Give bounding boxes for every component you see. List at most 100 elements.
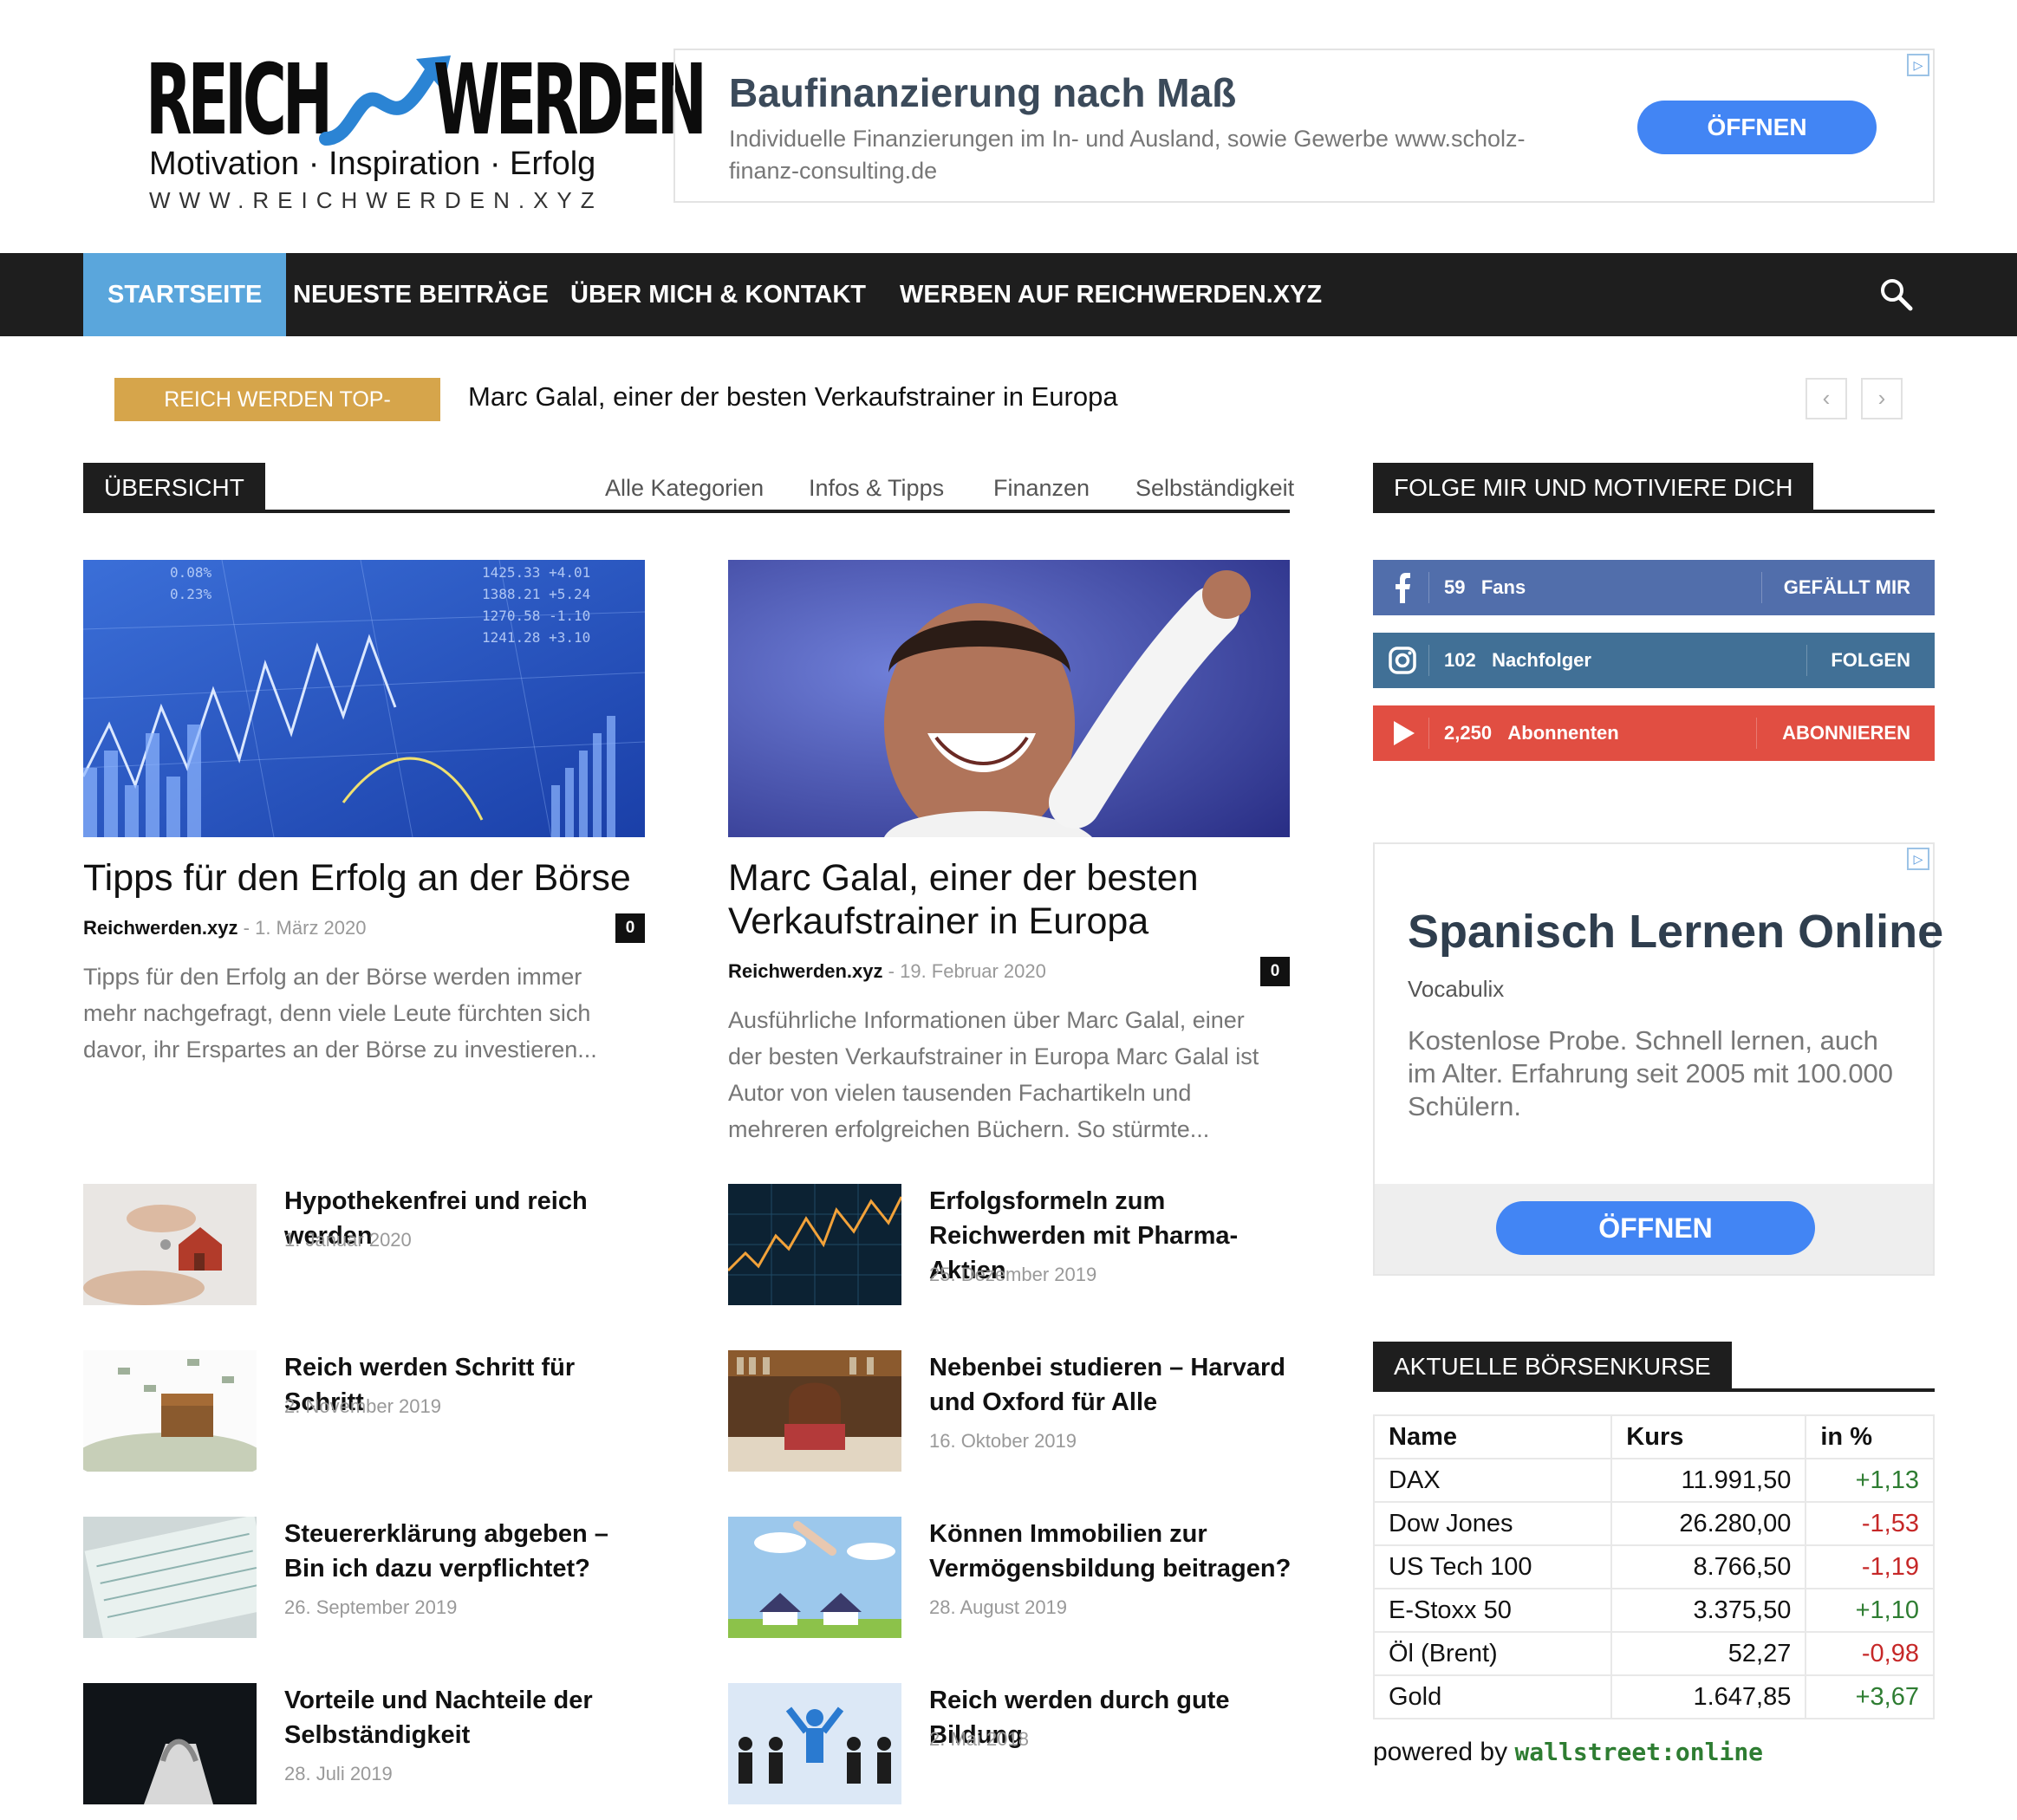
featured-image-boerse[interactable]: 0.08% 0.23% 1425.33 +4.01 1388.21 +5.24 127… xyxy=(83,560,645,837)
nav-item-ueber-mich[interactable]: ÜBER MICH & KONTAKT xyxy=(570,253,866,336)
sidebar-ad-open-button[interactable]: ÖFFNEN xyxy=(1496,1201,1815,1255)
main-navigation: STARTSEITE NEUESTE BEITRÄGE ÜBER MICH & … xyxy=(0,253,2017,336)
post-date: 28. August 2019 xyxy=(929,1596,1068,1618)
overview-divider xyxy=(83,510,1290,513)
top-ad-banner[interactable]: ▷ Baufinanzierung nach Maß Individuelle … xyxy=(673,49,1935,203)
featured-excerpt-2: Ausführliche Informationen über Marc Gal… xyxy=(728,1007,1259,1142)
sidebar-ad-headline[interactable]: Spanisch Lernen Online xyxy=(1408,905,1943,959)
featured-image-marc-galal[interactable] xyxy=(728,560,1290,837)
featured-title-1[interactable]: Tipps für den Erfolg an der Börse xyxy=(83,856,645,900)
stock-name[interactable]: Dow Jones xyxy=(1372,1501,1613,1546)
ad-headline[interactable]: Baufinanzierung nach Maß xyxy=(729,69,1236,116)
adchoices-icon[interactable]: ▷ xyxy=(1907,848,1929,870)
category-filter-infos[interactable]: Infos & Tipps xyxy=(809,475,944,502)
comment-count-badge-2[interactable]: 0 xyxy=(1260,957,1290,986)
svg-text:1241.28 +3.10: 1241.28 +3.10 xyxy=(482,629,590,646)
featured-meta-2: Reichwerden.xyz - 19. Februar 2020 xyxy=(728,960,1046,982)
stock-price: 11.991,50 xyxy=(1610,1458,1807,1503)
youtube-subscribe-button[interactable]: ABONNIEREN xyxy=(1782,705,1910,761)
stock-name[interactable]: Gold xyxy=(1372,1674,1613,1719)
instagram-icon xyxy=(1389,647,1416,674)
table-row[interactable]: DAX 11.991,50 +1,13 xyxy=(1372,1458,1935,1503)
stock-name[interactable]: Öl (Brent) xyxy=(1372,1631,1613,1676)
table-row[interactable]: E-Stoxx 50 3.375,50 +1,10 xyxy=(1372,1588,1935,1633)
follow-divider xyxy=(1373,510,1935,513)
ticker-headline-link[interactable]: Marc Galal, einer der besten Verkaufstra… xyxy=(468,381,1118,413)
social-row-instagram[interactable]: 102 Nachfolger FOLGEN xyxy=(1373,633,1935,688)
stock-price: 8.766,50 xyxy=(1610,1544,1807,1589)
post-thumbnail[interactable] xyxy=(83,1683,257,1804)
search-icon[interactable] xyxy=(1879,277,1914,312)
stock-name[interactable]: E-Stoxx 50 xyxy=(1372,1588,1613,1633)
site-logo[interactable]: REICH WERDEN Motivation · Inspiration · … xyxy=(146,44,707,213)
stocks-divider xyxy=(1373,1388,1935,1392)
adchoices-icon[interactable]: ▷ xyxy=(1907,54,1929,76)
instagram-follow-button[interactable]: FOLGEN xyxy=(1831,633,1910,688)
stock-change: -0,98 xyxy=(1805,1631,1935,1676)
table-row[interactable]: Gold 1.647,85 +3,67 xyxy=(1372,1674,1935,1719)
sidebar-ad-footer: ÖFFNEN xyxy=(1375,1184,1933,1274)
post-thumbnail[interactable] xyxy=(728,1184,901,1305)
nav-item-neueste-beitraege[interactable]: NEUESTE BEITRÄGE xyxy=(293,253,549,336)
post-thumbnail[interactable] xyxy=(728,1517,901,1638)
post-date: 16. Oktober 2019 xyxy=(929,1430,1077,1452)
comment-count-badge-1[interactable]: 0 xyxy=(615,913,645,943)
svg-text:1270.58 -1.10: 1270.58 -1.10 xyxy=(482,608,590,624)
post-thumbnail[interactable] xyxy=(83,1517,257,1638)
stocks-title: AKTUELLE BÖRSENKURSE xyxy=(1373,1342,1732,1392)
post-date: 2. Mai 2018 xyxy=(929,1728,1029,1750)
stock-change: +1,10 xyxy=(1805,1588,1935,1633)
nav-item-werben[interactable]: WERBEN AUF REICHWERDEN.XYZ xyxy=(900,253,1322,336)
social-count: 2,250 Abonnenten xyxy=(1444,705,1619,761)
social-separator xyxy=(1756,718,1757,749)
brand-part-b: :online xyxy=(1661,1738,1764,1766)
social-separator xyxy=(1761,572,1762,603)
logo-tagline: Motivation · Inspiration · Erfolg xyxy=(149,146,596,182)
post-thumbnail[interactable] xyxy=(728,1350,901,1472)
ad-text: Individuelle Finanzierungen im In- und A… xyxy=(729,126,1526,184)
post-title[interactable]: Steuererklärung abgeben – Bin ich dazu v… xyxy=(284,1517,648,1586)
facebook-icon xyxy=(1396,573,1410,603)
social-count: 59 Fans xyxy=(1444,560,1526,615)
social-row-facebook[interactable]: 59 Fans GEFÄLLT MIR xyxy=(1373,560,1935,615)
featured-author-2[interactable]: Reichwerden.xyz xyxy=(728,960,883,982)
svg-text:1388.21 +5.24: 1388.21 +5.24 xyxy=(482,586,590,602)
stock-change: +1,13 xyxy=(1805,1458,1935,1503)
category-filter-finanzen[interactable]: Finanzen xyxy=(993,475,1090,502)
stock-name[interactable]: DAX xyxy=(1372,1458,1613,1503)
table-row[interactable]: Öl (Brent) 52,27 -0,98 xyxy=(1372,1631,1935,1676)
table-row[interactable]: US Tech 100 8.766,50 -1,19 xyxy=(1372,1544,1935,1589)
post-thumbnail[interactable] xyxy=(728,1683,901,1804)
post-title[interactable]: Vorteile und Nachteile der Selbständigke… xyxy=(284,1683,648,1752)
stock-table-header: Name Kurs in % xyxy=(1372,1414,1935,1459)
svg-text:1425.33 +4.01: 1425.33 +4.01 xyxy=(482,564,590,581)
featured-author-1[interactable]: Reichwerden.xyz xyxy=(83,917,238,939)
ticker-prev-button[interactable]: ‹ xyxy=(1806,378,1847,419)
social-separator xyxy=(1428,572,1429,603)
sidebar-ad[interactable]: ▷ Spanisch Lernen Online Vocabulix Koste… xyxy=(1373,842,1943,1276)
social-separator xyxy=(1428,645,1429,676)
social-row-youtube[interactable]: 2,250 Abonnenten ABONNIEREN xyxy=(1373,705,1935,761)
category-filter-all[interactable]: Alle Kategorien xyxy=(605,475,764,502)
ad-open-button[interactable]: ÖFFNEN xyxy=(1637,101,1877,154)
sidebar-ad-advertiser[interactable]: Vocabulix xyxy=(1408,976,1504,1003)
post-date: 25. Dezember 2019 xyxy=(929,1264,1097,1285)
stock-table: Name Kurs in % DAX 11.991,50 +1,13 Dow J… xyxy=(1372,1414,1935,1719)
post-title[interactable]: Können Immobilien zur Vermögensbildung b… xyxy=(929,1517,1293,1586)
logo-word-reich: REICH xyxy=(146,44,333,157)
stock-name[interactable]: US Tech 100 xyxy=(1372,1544,1613,1589)
post-thumbnail[interactable] xyxy=(83,1184,257,1305)
category-filter-selbstaendigkeit[interactable]: Selbständigkeit xyxy=(1135,475,1294,502)
stock-price: 1.647,85 xyxy=(1610,1674,1807,1719)
nav-item-startseite[interactable]: STARTSEITE xyxy=(83,253,287,336)
wallstreet-online-logo[interactable]: wallstreet:online xyxy=(1514,1738,1763,1766)
post-thumbnail[interactable] xyxy=(83,1350,257,1472)
table-row[interactable]: Dow Jones 26.280,00 -1,53 xyxy=(1372,1501,1935,1546)
featured-title-2[interactable]: Marc Galal, einer der besten Verkaufstra… xyxy=(728,856,1213,943)
post-title[interactable]: Nebenbei studieren – Harvard und Oxford … xyxy=(929,1350,1293,1420)
sidebar-ad-text: Kostenlose Probe. Schnell lernen, auch i… xyxy=(1408,1025,1894,1121)
ticker-label: REICH WERDEN TOP-BEITRÄGE xyxy=(114,378,440,455)
facebook-count: 59 xyxy=(1444,576,1466,598)
ticker-next-button[interactable]: › xyxy=(1861,378,1903,419)
facebook-like-button[interactable]: GEFÄLLT MIR xyxy=(1784,560,1910,615)
